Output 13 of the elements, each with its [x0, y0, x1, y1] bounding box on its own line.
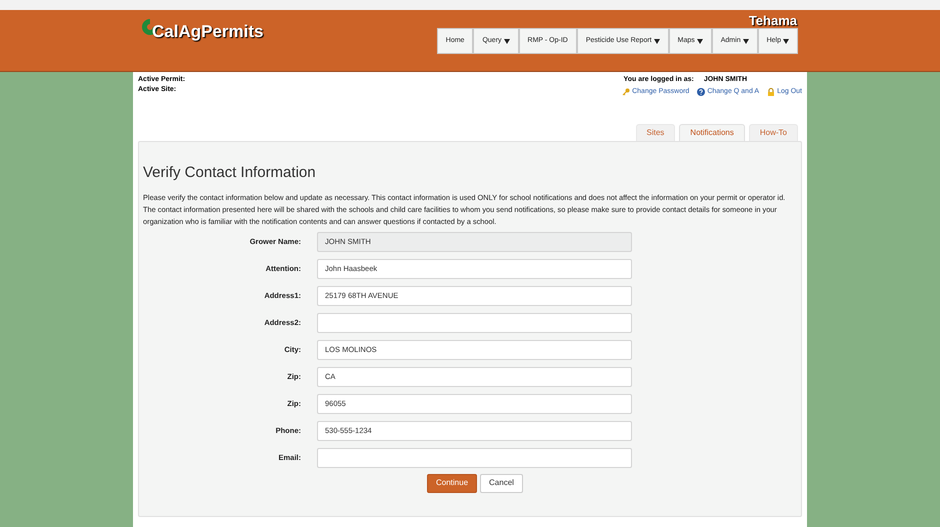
- input-field[interactable]: [317, 312, 632, 332]
- continue-button[interactable]: Continue: [427, 474, 478, 492]
- tab[interactable]: Notifications: [679, 124, 745, 141]
- input-field[interactable]: [317, 448, 632, 468]
- page-title: Verify Contact Information: [143, 163, 317, 183]
- cancel-button[interactable]: Cancel: [480, 474, 523, 492]
- question-icon: [697, 88, 706, 96]
- lock-icon: [767, 88, 776, 96]
- county-name: Tehama: [748, 12, 797, 30]
- key-icon: [622, 88, 630, 96]
- tab[interactable]: Sites: [636, 124, 676, 141]
- tab[interactable]: How-To: [748, 124, 798, 141]
- logo-text: CalAgPermits: [152, 20, 264, 43]
